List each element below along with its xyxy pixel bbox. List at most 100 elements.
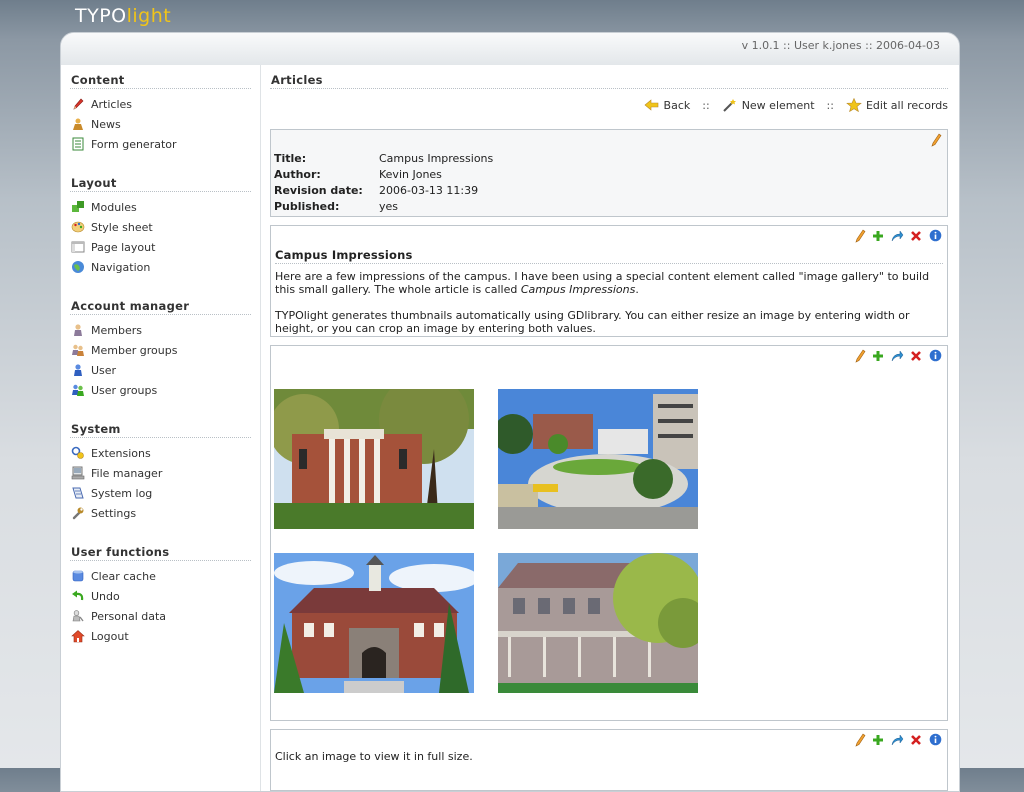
sidebar-item-navigation[interactable]: Navigation	[70, 257, 251, 277]
sidebar-item-settings[interactable]: Settings	[70, 503, 251, 523]
nav-group-system: System Extensions File manager System lo…	[70, 422, 251, 523]
sidebar-item-label: Undo	[91, 589, 120, 603]
pencil-icon	[852, 229, 866, 246]
member-groups-icon	[71, 343, 85, 357]
sidebar-item-personal-data[interactable]: Personal data	[70, 606, 251, 626]
move-arrow-icon	[890, 733, 904, 750]
layout-icon	[71, 240, 85, 254]
sidebar-item-label: Clear cache	[91, 569, 156, 583]
delete-element-button[interactable]	[908, 734, 924, 748]
nav-heading: System	[70, 422, 251, 438]
edit-element-button[interactable]	[851, 733, 867, 748]
edit-all-records-button[interactable]: Edit all records	[846, 98, 948, 112]
emphasized-title: Campus Impressions	[520, 283, 636, 296]
sidebar-item-label: Personal data	[91, 609, 167, 623]
main-content: Articles Back :: New element :: Edit all…	[270, 65, 948, 791]
meta-row-revision: Revision date: 2006-03-13 11:39	[274, 182, 493, 198]
sidebar-item-undo[interactable]: Undo	[70, 586, 251, 606]
sidebar-item-articles[interactable]: Articles	[70, 94, 251, 114]
move-element-button[interactable]	[889, 733, 905, 750]
sidebar-item-form-generator[interactable]: Form generator	[70, 134, 251, 154]
home-icon	[71, 629, 85, 643]
add-element-button[interactable]	[870, 734, 886, 748]
info-icon	[929, 229, 942, 245]
sidebar-item-system-log[interactable]: System log	[70, 483, 251, 503]
sidebar-item-label: News	[91, 117, 121, 131]
element-tools	[848, 229, 943, 246]
palette-icon	[71, 220, 85, 234]
sidebar-item-label: Extensions	[91, 446, 151, 460]
sidebar-item-page-layout[interactable]: Page layout	[70, 237, 251, 257]
sidebar-item-label: Modules	[91, 200, 137, 214]
sidebar-item-label: Navigation	[91, 260, 151, 274]
sidebar-item-members[interactable]: Members	[70, 320, 251, 340]
sidebar-item-news[interactable]: News	[70, 114, 251, 134]
sidebar-item-label: Member groups	[91, 343, 178, 357]
gallery-thumbnail[interactable]	[498, 553, 698, 693]
file-manager-icon	[71, 466, 85, 480]
text-paragraph: TYPOlight generates thumbnails automatic…	[275, 309, 910, 335]
move-element-button[interactable]	[889, 349, 905, 364]
delete-element-button[interactable]	[908, 350, 924, 364]
back-arrow-icon	[644, 98, 660, 112]
sidebar-item-user-groups[interactable]: User groups	[70, 380, 251, 400]
form-icon	[71, 137, 85, 151]
sidebar-item-file-manager[interactable]: File manager	[70, 463, 251, 483]
info-element-button[interactable]	[927, 229, 943, 245]
add-element-button[interactable]	[870, 230, 886, 244]
add-element-button[interactable]	[870, 350, 886, 364]
database-icon	[71, 569, 85, 583]
element-tools	[848, 349, 943, 364]
gallery-thumbnail[interactable]	[498, 389, 698, 529]
version-user-date: v 1.0.1 :: User k.jones :: 2006-04-03	[741, 39, 940, 52]
gallery-thumbnail[interactable]	[274, 389, 474, 529]
sidebar-item-label: Logout	[91, 629, 129, 643]
text-content-element: Campus Impressions Here are a few impres…	[270, 225, 948, 337]
separator: ::	[702, 98, 710, 112]
delete-element-button[interactable]	[908, 230, 924, 244]
sidebar-item-modules[interactable]: Modules	[70, 197, 251, 217]
nav-heading: Content	[70, 73, 251, 89]
sidebar: Content Articles News Form generator Lay…	[61, 65, 261, 791]
sidebar-item-clear-cache[interactable]: Clear cache	[70, 566, 251, 586]
sidebar-item-label: Form generator	[91, 137, 177, 151]
sidebar-item-user[interactable]: User	[70, 360, 251, 380]
element-headline: Campus Impressions	[275, 248, 943, 264]
nav-heading: Layout	[70, 176, 251, 192]
article-tools	[924, 133, 943, 148]
meta-row-author: Author: Kevin Jones	[274, 166, 493, 182]
back-button[interactable]: Back	[644, 98, 690, 112]
new-element-button[interactable]: New element	[722, 98, 815, 112]
edit-article-button[interactable]	[927, 133, 943, 148]
sidebar-item-label: User	[91, 363, 117, 377]
article-meta-table: Title: Campus Impressions Author: Kevin Jo…	[274, 150, 493, 214]
personal-data-icon	[71, 609, 85, 623]
sidebar-item-label: Members	[91, 323, 142, 337]
action-bar: Back :: New element :: Edit all records	[270, 96, 948, 114]
typolight-logo: TYPOlight	[75, 5, 172, 27]
move-element-button[interactable]	[889, 229, 905, 244]
edit-element-button[interactable]	[851, 349, 867, 364]
sidebar-item-style-sheet[interactable]: Style sheet	[70, 217, 251, 237]
pencil-icon	[71, 97, 85, 111]
extensions-icon	[71, 446, 85, 460]
star-icon	[846, 98, 862, 112]
info-element-button[interactable]	[927, 349, 943, 364]
meta-row-published: Published: yes	[274, 198, 493, 214]
undo-icon	[71, 589, 85, 603]
meta-value: yes	[379, 199, 399, 213]
sidebar-item-member-groups[interactable]: Member groups	[70, 340, 251, 360]
magic-wand-icon	[722, 98, 738, 112]
gallery-thumbnail[interactable]	[274, 553, 474, 693]
info-element-button[interactable]	[927, 733, 943, 748]
meta-label: Published:	[274, 199, 340, 213]
nav-heading: User functions	[70, 545, 251, 561]
edit-element-button[interactable]	[851, 229, 867, 246]
plus-icon	[872, 230, 884, 245]
sidebar-item-logout[interactable]: Logout	[70, 626, 251, 646]
meta-label: Title:	[274, 151, 307, 165]
nav-group-user-functions: User functions Clear cache Undo Personal…	[70, 545, 251, 646]
sidebar-item-extensions[interactable]: Extensions	[70, 443, 251, 463]
wrench-icon	[71, 506, 85, 520]
user-groups-icon	[71, 383, 85, 397]
